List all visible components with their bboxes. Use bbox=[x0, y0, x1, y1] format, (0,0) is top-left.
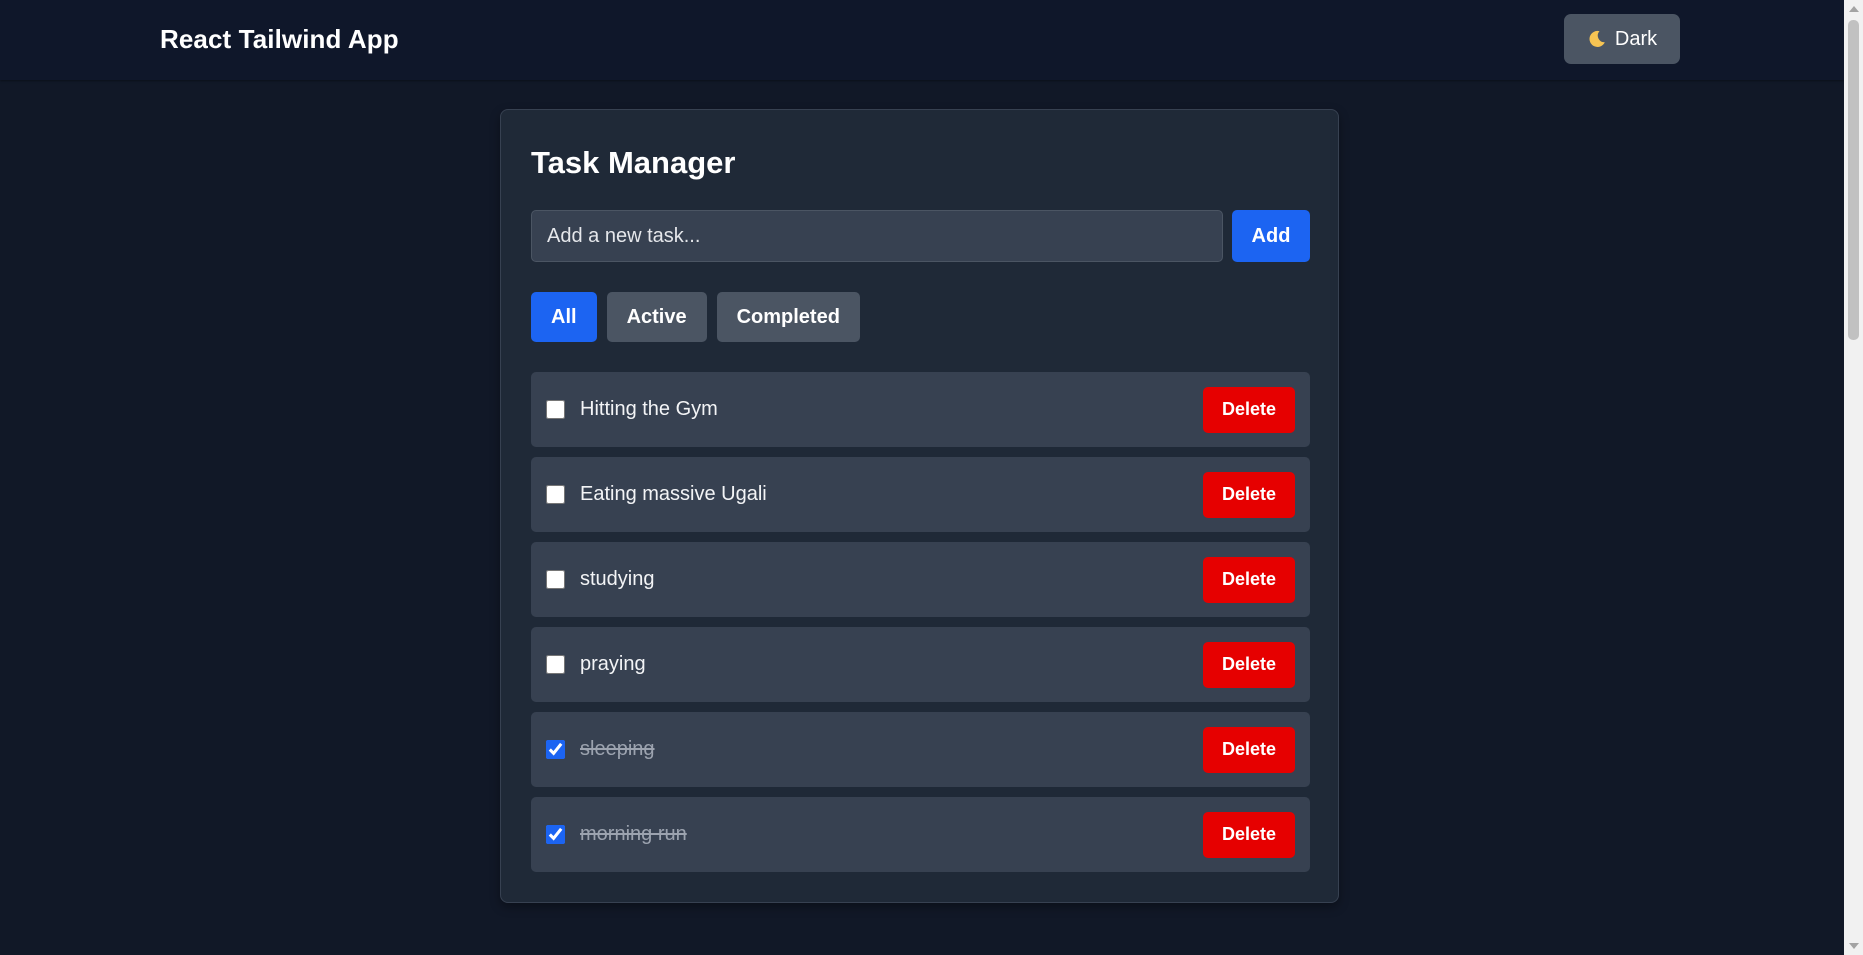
new-task-input[interactable] bbox=[531, 210, 1223, 262]
page-scrollbar[interactable] bbox=[1844, 0, 1863, 955]
add-task-button[interactable]: Add bbox=[1232, 210, 1310, 262]
navbar: React Tailwind App Dark bbox=[0, 0, 1844, 80]
task-item: Hitting the Gym Delete bbox=[531, 372, 1310, 447]
task-text: sleeping bbox=[580, 738, 655, 760]
task-checkbox[interactable] bbox=[546, 485, 565, 504]
task-item: Eating massive Ugali Delete bbox=[531, 457, 1310, 532]
task-item: sleeping Delete bbox=[531, 712, 1310, 787]
scroll-down-arrow-icon[interactable] bbox=[1849, 943, 1859, 949]
task-checkbox[interactable] bbox=[546, 825, 565, 844]
moon-icon bbox=[1587, 29, 1607, 49]
task-item: studying Delete bbox=[531, 542, 1310, 617]
page-title: Task Manager bbox=[531, 145, 736, 180]
task-text: morning run bbox=[580, 823, 687, 845]
task-list: Hitting the Gym Delete Eating massive Ug… bbox=[531, 372, 1310, 872]
scroll-up-arrow-icon[interactable] bbox=[1849, 6, 1859, 12]
task-checkbox[interactable] bbox=[546, 655, 565, 674]
filter-completed-button[interactable]: Completed bbox=[716, 292, 860, 342]
filter-all-button[interactable]: All bbox=[531, 292, 597, 342]
task-text: studying bbox=[580, 568, 655, 590]
filter-tabs: All Active Completed bbox=[531, 292, 860, 342]
app-brand: React Tailwind App bbox=[160, 24, 399, 54]
delete-task-button[interactable]: Delete bbox=[1203, 811, 1295, 858]
delete-task-button[interactable]: Delete bbox=[1203, 386, 1295, 433]
delete-task-button[interactable]: Delete bbox=[1203, 471, 1295, 518]
task-text: Hitting the Gym bbox=[580, 398, 718, 420]
delete-task-button[interactable]: Delete bbox=[1203, 641, 1295, 688]
page: React Tailwind App Dark Task Manager Add… bbox=[0, 0, 1863, 955]
scrollbar-thumb[interactable] bbox=[1848, 20, 1859, 340]
task-item: praying Delete bbox=[531, 627, 1310, 702]
task-checkbox[interactable] bbox=[546, 570, 565, 589]
task-checkbox[interactable] bbox=[546, 400, 565, 419]
task-text: praying bbox=[580, 653, 646, 675]
theme-toggle-label: Dark bbox=[1614, 27, 1658, 50]
delete-task-button[interactable]: Delete bbox=[1203, 726, 1295, 773]
task-text: Eating massive Ugali bbox=[580, 483, 767, 505]
task-manager-card: Task Manager Add All Active Completed Hi… bbox=[500, 109, 1339, 903]
delete-task-button[interactable]: Delete bbox=[1203, 556, 1295, 603]
filter-active-button[interactable]: Active bbox=[606, 292, 707, 342]
theme-toggle-button[interactable]: Dark bbox=[1564, 14, 1680, 64]
task-item: morning run Delete bbox=[531, 797, 1310, 872]
task-checkbox[interactable] bbox=[546, 740, 565, 759]
